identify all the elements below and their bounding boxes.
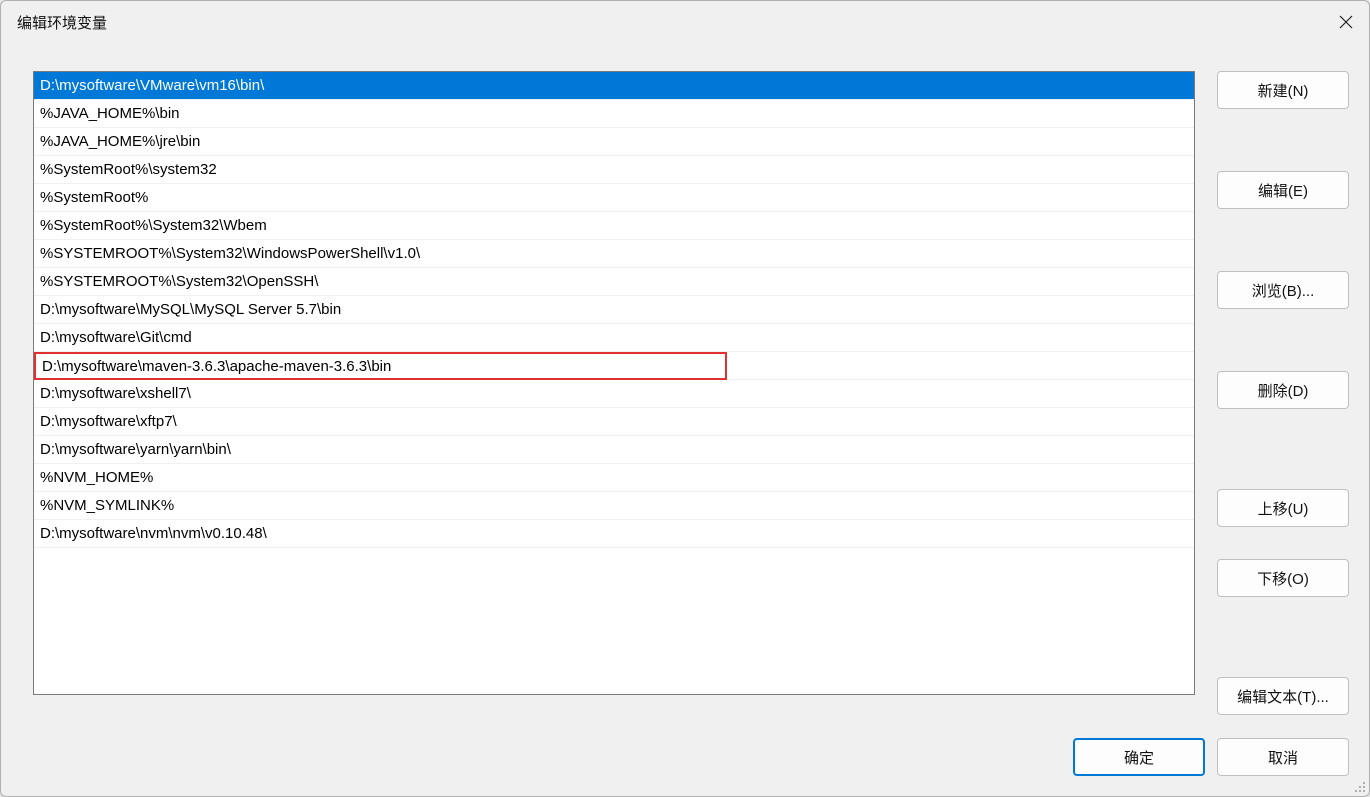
edit-environment-variable-dialog: 编辑环境变量 D:\mysoftware\VMware\vm16\bin\%JA… bbox=[0, 0, 1370, 797]
spacer bbox=[1217, 221, 1349, 259]
list-item[interactable]: %JAVA_HOME%\jre\bin bbox=[34, 128, 1194, 156]
list-item-highlighted[interactable]: D:\mysoftware\maven-3.6.3\apache-maven-3… bbox=[34, 352, 1194, 380]
move-up-button[interactable]: 上移(U) bbox=[1217, 489, 1349, 527]
sidebar-buttons: 新建(N) 编辑(E) 浏览(B)... 删除(D) 上移(U) 下移(O) 编… bbox=[1217, 71, 1349, 718]
close-button[interactable] bbox=[1323, 1, 1369, 43]
dialog-body: D:\mysoftware\VMware\vm16\bin\%JAVA_HOME… bbox=[1, 43, 1369, 730]
delete-button[interactable]: 删除(D) bbox=[1217, 371, 1349, 409]
spacer bbox=[1217, 421, 1349, 477]
move-down-button[interactable]: 下移(O) bbox=[1217, 559, 1349, 597]
list-item[interactable]: D:\mysoftware\nvm\nvm\v0.10.48\ bbox=[34, 520, 1194, 548]
dialog-title: 编辑环境变量 bbox=[17, 12, 107, 33]
dialog-footer: 确定 取消 bbox=[1, 730, 1369, 796]
edit-button[interactable]: 编辑(E) bbox=[1217, 171, 1349, 209]
list-item[interactable]: D:\mysoftware\Git\cmd bbox=[34, 324, 1194, 352]
list-area: D:\mysoftware\VMware\vm16\bin\%JAVA_HOME… bbox=[33, 71, 1195, 718]
list-item[interactable]: %JAVA_HOME%\bin bbox=[34, 100, 1194, 128]
browse-button[interactable]: 浏览(B)... bbox=[1217, 271, 1349, 309]
highlight-annotation: D:\mysoftware\maven-3.6.3\apache-maven-3… bbox=[34, 352, 727, 380]
new-button[interactable]: 新建(N) bbox=[1217, 71, 1349, 109]
list-item[interactable]: D:\mysoftware\xftp7\ bbox=[34, 408, 1194, 436]
path-list[interactable]: D:\mysoftware\VMware\vm16\bin\%JAVA_HOME… bbox=[33, 71, 1195, 695]
list-item[interactable]: D:\mysoftware\MySQL\MySQL Server 5.7\bin bbox=[34, 296, 1194, 324]
cancel-button[interactable]: 取消 bbox=[1217, 738, 1349, 776]
close-icon bbox=[1339, 15, 1353, 29]
list-item[interactable]: %NVM_SYMLINK% bbox=[34, 492, 1194, 520]
list-item[interactable]: D:\mysoftware\xshell7\ bbox=[34, 380, 1194, 408]
list-item[interactable]: %SYSTEMROOT%\System32\WindowsPowerShell\… bbox=[34, 240, 1194, 268]
spacer bbox=[1217, 321, 1349, 359]
spacer bbox=[1217, 609, 1349, 665]
list-item[interactable]: %SystemRoot%\System32\Wbem bbox=[34, 212, 1194, 240]
list-item[interactable]: %NVM_HOME% bbox=[34, 464, 1194, 492]
list-item[interactable]: D:\mysoftware\VMware\vm16\bin\ bbox=[34, 72, 1194, 100]
list-item[interactable]: %SystemRoot% bbox=[34, 184, 1194, 212]
ok-button[interactable]: 确定 bbox=[1073, 738, 1205, 776]
titlebar: 编辑环境变量 bbox=[1, 1, 1369, 43]
spacer bbox=[1217, 121, 1349, 159]
edit-text-button[interactable]: 编辑文本(T)... bbox=[1217, 677, 1349, 715]
list-item[interactable]: %SYSTEMROOT%\System32\OpenSSH\ bbox=[34, 268, 1194, 296]
spacer bbox=[1217, 539, 1349, 547]
list-item[interactable]: D:\mysoftware\yarn\yarn\bin\ bbox=[34, 436, 1194, 464]
list-item[interactable]: %SystemRoot%\system32 bbox=[34, 156, 1194, 184]
